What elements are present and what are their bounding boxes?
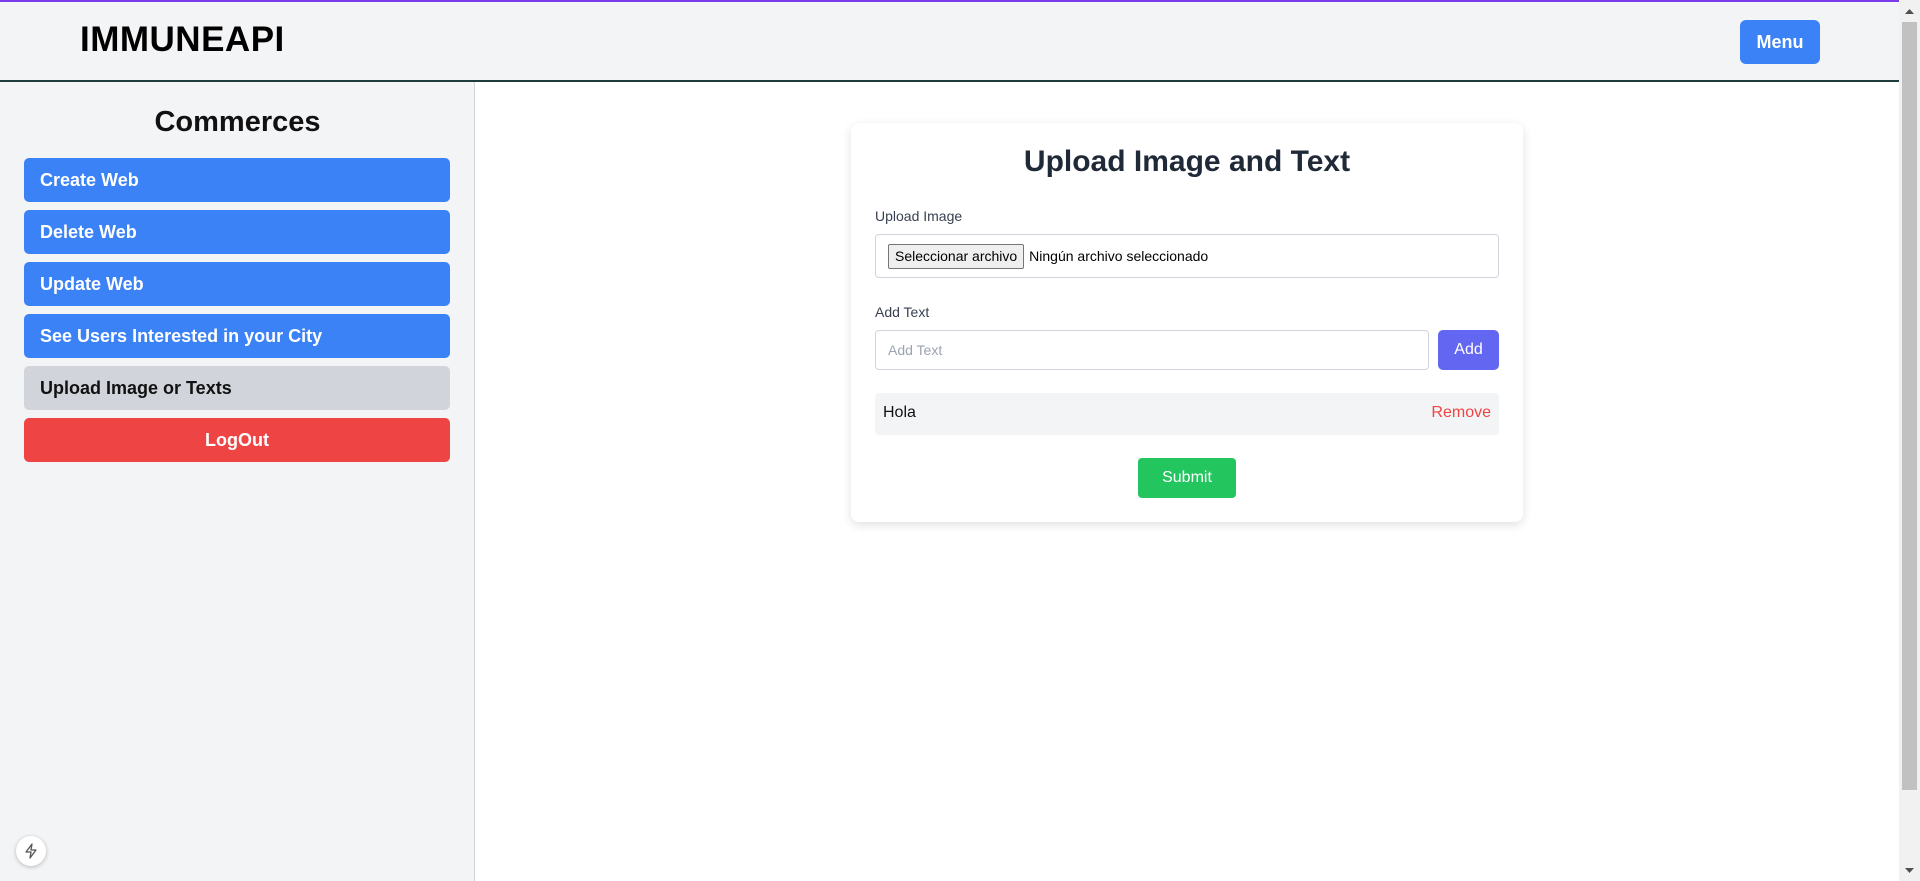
scroll-up-arrow[interactable]	[1899, 2, 1920, 19]
top-header: IMMUNEAPI Menu	[0, 0, 1899, 82]
choose-file-button[interactable]: Seleccionar archivo	[888, 243, 1025, 269]
file-input[interactable]: Seleccionar archivo Ningún archivo selec…	[875, 234, 1499, 278]
text-list-item: Hola Remove	[875, 393, 1499, 435]
nav-delete-web[interactable]: Delete Web	[24, 210, 450, 254]
scroll-down-arrow[interactable]	[1899, 862, 1920, 879]
chevron-up-icon	[1905, 8, 1914, 14]
upload-image-label: Upload Image	[875, 208, 963, 224]
nav-update-web[interactable]: Update Web	[24, 262, 450, 306]
nav-see-users[interactable]: See Users Interested in your City	[24, 314, 450, 358]
scroll-thumb[interactable]	[1902, 22, 1917, 790]
text-item-value: Hola	[883, 404, 916, 421]
page-scrollbar[interactable]	[1899, 0, 1920, 881]
sidebar: Commerces Create Web Delete Web Update W…	[0, 82, 475, 881]
brand-logo: IMMUNEAPI	[80, 20, 285, 59]
add-text-input[interactable]	[875, 330, 1429, 370]
chevron-down-icon	[1905, 867, 1914, 873]
dev-tools-button[interactable]	[16, 836, 46, 866]
nav-upload-image-texts[interactable]: Upload Image or Texts	[24, 366, 450, 410]
bolt-icon	[25, 843, 37, 859]
upload-form-card: Upload Image and Text Upload Image Selec…	[851, 123, 1523, 522]
nav-create-web[interactable]: Create Web	[24, 158, 450, 202]
remove-text-button[interactable]: Remove	[1431, 404, 1491, 422]
form-title: Upload Image and Text	[1023, 145, 1351, 178]
add-text-label: Add Text	[875, 304, 930, 320]
add-text-button[interactable]: Add	[1438, 330, 1499, 370]
logout-button[interactable]: LogOut	[24, 418, 450, 462]
sidebar-title: Commerces	[154, 106, 321, 138]
submit-button[interactable]: Submit	[1138, 458, 1236, 498]
menu-button[interactable]: Menu	[1740, 20, 1820, 64]
file-status: Ningún archivo seleccionado	[1029, 248, 1209, 264]
